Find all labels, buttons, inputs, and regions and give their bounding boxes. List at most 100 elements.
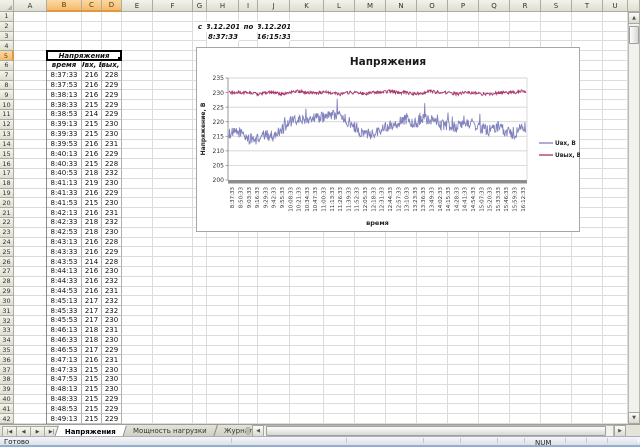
row-header-5[interactable]: 5 (0, 51, 14, 61)
table-cell[interactable]: 8:44:13 (47, 267, 82, 277)
select-all-corner[interactable] (0, 0, 14, 12)
table-cell[interactable]: 216 (82, 238, 102, 248)
table-title-cell[interactable]: Напряжения (46, 50, 122, 61)
row-header-36[interactable]: 36 (0, 355, 14, 365)
table-cell[interactable]: 228 (102, 159, 122, 169)
tab-split-handle[interactable] (246, 427, 250, 435)
cell-J3[interactable]: 16:15:33 (258, 32, 290, 42)
table-cell[interactable]: 216 (82, 208, 102, 218)
row-header-34[interactable]: 34 (0, 336, 14, 346)
row-header-16[interactable]: 16 (0, 159, 14, 169)
row-header-17[interactable]: 17 (0, 169, 14, 179)
row-header-7[interactable]: 7 (0, 71, 14, 81)
row-header-24[interactable]: 24 (0, 238, 14, 248)
column-header-M[interactable]: M (355, 0, 386, 12)
table-cell[interactable]: 8:39:13 (47, 120, 82, 130)
table-cell[interactable]: 216 (82, 149, 102, 159)
table-cell[interactable]: 8:45:33 (47, 306, 82, 316)
row-header-27[interactable]: 27 (0, 267, 14, 277)
table-cell[interactable]: 215 (82, 100, 102, 110)
table-cell[interactable]: 8:49:13 (47, 414, 82, 424)
row-header-42[interactable]: 42 (0, 414, 14, 424)
legend-label-1[interactable]: Uвых, В (555, 153, 580, 159)
column-header-U[interactable]: U (603, 0, 628, 12)
table-cell[interactable]: 231 (102, 326, 122, 336)
table-cell[interactable]: 8:48:33 (47, 395, 82, 405)
table-cell[interactable]: 228 (102, 71, 122, 81)
table-cell[interactable]: 229 (102, 100, 122, 110)
scrollbar-split-handle[interactable] (628, 0, 640, 12)
column-header-Q[interactable]: Q (479, 0, 510, 12)
column-header-R[interactable]: R (510, 0, 541, 12)
table-cell[interactable]: 217 (82, 296, 102, 306)
row-header-13[interactable]: 13 (0, 130, 14, 140)
table-cell[interactable]: 230 (102, 385, 122, 395)
table-cell[interactable]: 215 (82, 414, 102, 424)
table-cell[interactable]: 216 (82, 355, 102, 365)
table-cell[interactable]: 8:47:13 (47, 355, 82, 365)
table-cell[interactable]: 232 (102, 277, 122, 287)
table-cell[interactable]: 8:43:53 (47, 257, 82, 267)
table-cell[interactable]: 229 (102, 404, 122, 414)
hscroll-thumb[interactable] (266, 426, 606, 436)
row-header-21[interactable]: 21 (0, 208, 14, 218)
cell-H2[interactable]: 03.12.2012 (207, 22, 239, 32)
column-header-E[interactable]: E (122, 0, 153, 12)
row-header-26[interactable]: 26 (0, 257, 14, 267)
table-cell[interactable]: 8:42:53 (47, 228, 82, 238)
table-cell[interactable]: 8:45:13 (47, 296, 82, 306)
row-header-23[interactable]: 23 (0, 228, 14, 238)
row-header-8[interactable]: 8 (0, 81, 14, 91)
row-header-30[interactable]: 30 (0, 296, 14, 306)
table-cell[interactable]: 8:39:33 (47, 130, 82, 140)
table-cell[interactable]: 218 (82, 326, 102, 336)
table-cell[interactable]: 8:48:53 (47, 404, 82, 414)
table-cell[interactable]: 217 (82, 316, 102, 326)
row-header-41[interactable]: 41 (0, 404, 14, 414)
table-header-cell[interactable]: время (47, 61, 82, 71)
table-cell[interactable]: 229 (102, 346, 122, 356)
table-cell[interactable]: 8:41:53 (47, 198, 82, 208)
row-header-6[interactable]: 6 (0, 61, 14, 71)
table-cell[interactable]: 8:44:53 (47, 287, 82, 297)
table-cell[interactable]: 218 (82, 228, 102, 238)
table-cell[interactable]: 229 (102, 81, 122, 91)
table-cell[interactable]: 8:41:13 (47, 179, 82, 189)
legend-label-0[interactable]: Uвх, В (555, 141, 576, 147)
table-cell[interactable]: 215 (82, 198, 102, 208)
table-cell[interactable]: 231 (102, 140, 122, 150)
column-header-J[interactable]: J (258, 0, 290, 12)
column-header-A[interactable]: A (14, 0, 47, 12)
row-header-40[interactable]: 40 (0, 395, 14, 405)
table-cell[interactable]: 215 (82, 395, 102, 405)
row-header-2[interactable]: 2 (0, 22, 14, 32)
row-header-38[interactable]: 38 (0, 375, 14, 385)
table-cell[interactable]: 232 (102, 296, 122, 306)
chart-title[interactable]: Напряжения (350, 56, 426, 68)
table-cell[interactable]: 8:40:33 (47, 159, 82, 169)
table-cell[interactable]: 231 (102, 355, 122, 365)
row-header-19[interactable]: 19 (0, 189, 14, 199)
table-cell[interactable]: 216 (82, 71, 102, 81)
row-header-12[interactable]: 12 (0, 120, 14, 130)
table-cell[interactable]: 228 (102, 257, 122, 267)
table-cell[interactable]: 231 (102, 287, 122, 297)
vertical-scrollbar[interactable]: ▲ ▼ (628, 0, 640, 424)
table-cell[interactable]: 8:37:33 (47, 71, 82, 81)
table-cell[interactable]: 8:38:33 (47, 100, 82, 110)
row-header-22[interactable]: 22 (0, 218, 14, 228)
table-cell[interactable]: 8:42:33 (47, 218, 82, 228)
table-cell[interactable]: 8:40:53 (47, 169, 82, 179)
table-cell[interactable]: 230 (102, 228, 122, 238)
table-cell[interactable]: 216 (82, 277, 102, 287)
row-header-18[interactable]: 18 (0, 179, 14, 189)
column-header-C[interactable]: C (82, 0, 102, 12)
table-cell[interactable]: 8:46:13 (47, 326, 82, 336)
vscroll-track[interactable] (628, 12, 640, 424)
table-cell[interactable]: 229 (102, 189, 122, 199)
table-cell[interactable]: 228 (102, 238, 122, 248)
table-cell[interactable]: 217 (82, 306, 102, 316)
selection-fill-handle[interactable] (117, 56, 122, 61)
table-cell[interactable]: 215 (82, 365, 102, 375)
column-header-K[interactable]: K (290, 0, 324, 12)
